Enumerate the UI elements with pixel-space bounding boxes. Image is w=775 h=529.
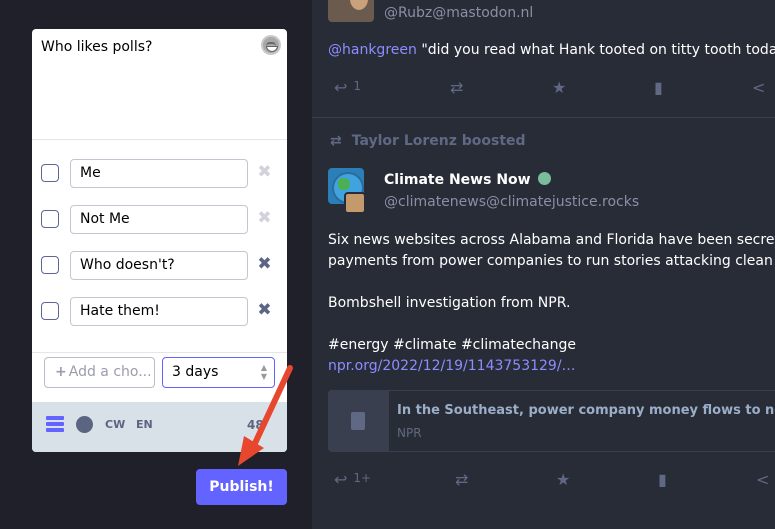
poll-option-checkbox[interactable] xyxy=(41,256,59,274)
bookmark-icon[interactable]: ▮ xyxy=(658,470,667,489)
remove-option-icon: ✖ xyxy=(257,208,272,228)
card-title: In the Southeast, power company money fl… xyxy=(397,403,775,418)
card-source: NPR xyxy=(397,426,422,440)
reply-icon: ↩ xyxy=(334,78,348,97)
poll-option: Who doesn't? ✖ xyxy=(32,250,287,280)
favourite-icon[interactable]: ★ xyxy=(552,78,566,97)
status-content: @hankgreen "did you read what Hank toote… xyxy=(328,42,775,58)
compose-textarea[interactable]: Who likes polls? xyxy=(41,39,152,55)
share-icon[interactable]: < xyxy=(752,78,765,97)
grinning-squint-face-icon xyxy=(263,37,279,53)
poll-options: Me ✖ Not Me ✖ Who doesn't? ✖ Hate them! … xyxy=(32,139,287,402)
status-actions: ↩ 1 ⇄ ★ ▮ < xyxy=(312,78,775,102)
add-choice-label: Add a cho... xyxy=(68,364,152,380)
remove-option-icon[interactable]: ✖ xyxy=(256,302,273,319)
remove-option-icon[interactable]: ✖ xyxy=(256,256,273,273)
status-content: Six news websites across Alabama and Flo… xyxy=(328,230,775,377)
status-actions: ↩ 1+ ⇄ ★ ▮ < xyxy=(312,470,775,494)
display-name[interactable]: Climate News Now xyxy=(384,172,551,188)
status-text-line: Six news websites across Alabama and Flo… xyxy=(328,232,775,248)
mention-link[interactable]: @hankgreen xyxy=(328,42,417,58)
avatar[interactable] xyxy=(328,0,374,22)
poll-option-input[interactable]: Who doesn't? xyxy=(70,251,248,280)
reply-button[interactable]: ↩ 1 xyxy=(334,78,361,97)
content-warning-button[interactable]: CW xyxy=(105,418,125,431)
annotation-arrow-icon xyxy=(238,365,293,466)
poll-option-input[interactable]: Not Me xyxy=(70,205,248,234)
boost-icon[interactable]: ⇄ xyxy=(450,78,463,97)
status-link[interactable]: npr.org/2022/12/19/1143753129/… xyxy=(328,356,775,377)
emoji-picker-button[interactable] xyxy=(261,35,281,55)
status-text-line: payments from power companies to run sto… xyxy=(328,253,775,269)
poll-icon[interactable] xyxy=(46,416,66,434)
status-divider xyxy=(312,117,775,118)
status-text-line: Bombshell investigation from NPR. xyxy=(328,295,571,311)
display-name-text: Climate News Now xyxy=(384,172,531,188)
boost-icon: ⇄ xyxy=(330,133,342,149)
link-preview-card[interactable]: In the Southeast, power company money fl… xyxy=(328,390,775,452)
poll-option: Me ✖ xyxy=(32,158,287,188)
publish-button[interactable]: Publish! xyxy=(196,469,287,505)
timeline: @Rubz@mastodon.nl @hankgreen "did you re… xyxy=(312,0,775,529)
status-handle[interactable]: @climatenews@climatejustice.rocks xyxy=(384,194,639,210)
boosted-by-label[interactable]: Taylor Lorenz boosted xyxy=(352,133,526,149)
boost-icon[interactable]: ⇄ xyxy=(455,470,468,489)
poll-option: Hate them! ✖ xyxy=(32,296,287,326)
remove-option-icon: ✖ xyxy=(257,162,272,182)
status-text: "did you read what Hank tooted on titty … xyxy=(416,42,775,58)
poll-duration-value: 3 days xyxy=(172,364,219,380)
card-thumbnail xyxy=(329,391,389,451)
reply-button[interactable]: ↩ 1+ xyxy=(334,470,371,489)
hashtags[interactable]: #energy #climate #climatechange xyxy=(328,335,775,356)
compose-column: Who likes polls? Me ✖ Not Me ✖ Who doesn… xyxy=(0,0,312,529)
booster-avatar[interactable] xyxy=(344,192,366,214)
poll-option: Not Me ✖ xyxy=(32,204,287,234)
globe-icon[interactable] xyxy=(76,416,93,433)
poll-option-checkbox[interactable] xyxy=(41,164,59,182)
favourite-icon[interactable]: ★ xyxy=(556,470,570,489)
document-icon xyxy=(351,412,365,430)
add-choice-button[interactable]: + Add a cho... xyxy=(44,357,155,388)
plus-icon: + xyxy=(55,364,67,380)
poll-option-input[interactable]: Hate them! xyxy=(70,297,248,326)
status-handle[interactable]: @Rubz@mastodon.nl xyxy=(384,5,533,21)
reply-count: 1+ xyxy=(353,471,372,485)
boost-prepend: ⇄ Taylor Lorenz boosted xyxy=(330,133,526,149)
poll-option-checkbox[interactable] xyxy=(41,210,59,228)
poll-option-input[interactable]: Me xyxy=(70,159,248,188)
verified-icon xyxy=(537,172,551,185)
language-button[interactable]: EN xyxy=(136,418,153,431)
reply-icon: ↩ xyxy=(334,470,348,489)
bookmark-icon[interactable]: ▮ xyxy=(654,78,663,97)
reply-count: 1 xyxy=(353,79,362,93)
share-icon[interactable]: < xyxy=(756,470,769,489)
poll-option-checkbox[interactable] xyxy=(41,302,59,320)
